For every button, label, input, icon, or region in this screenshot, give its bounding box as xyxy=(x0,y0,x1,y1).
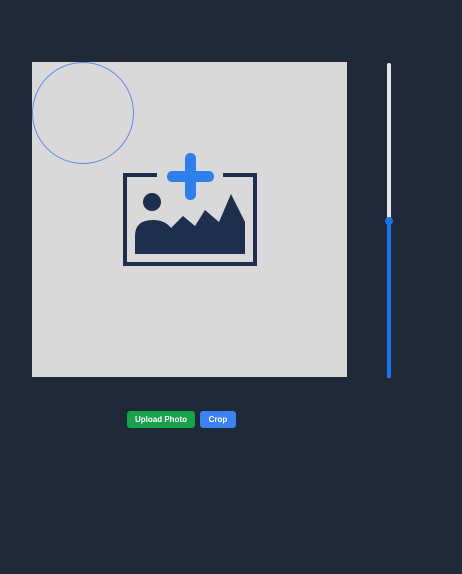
crop-canvas[interactable] xyxy=(32,62,347,377)
upload-photo-button[interactable]: Upload Photo xyxy=(127,411,195,428)
zoom-slider[interactable] xyxy=(383,63,395,378)
slider-fill xyxy=(387,220,391,378)
crop-selection-circle[interactable] xyxy=(32,62,134,164)
add-photo-icon xyxy=(123,150,257,266)
slider-thumb[interactable] xyxy=(385,216,393,225)
toolbar: Upload Photo Crop xyxy=(127,411,236,428)
crop-button[interactable]: Crop xyxy=(200,411,236,428)
